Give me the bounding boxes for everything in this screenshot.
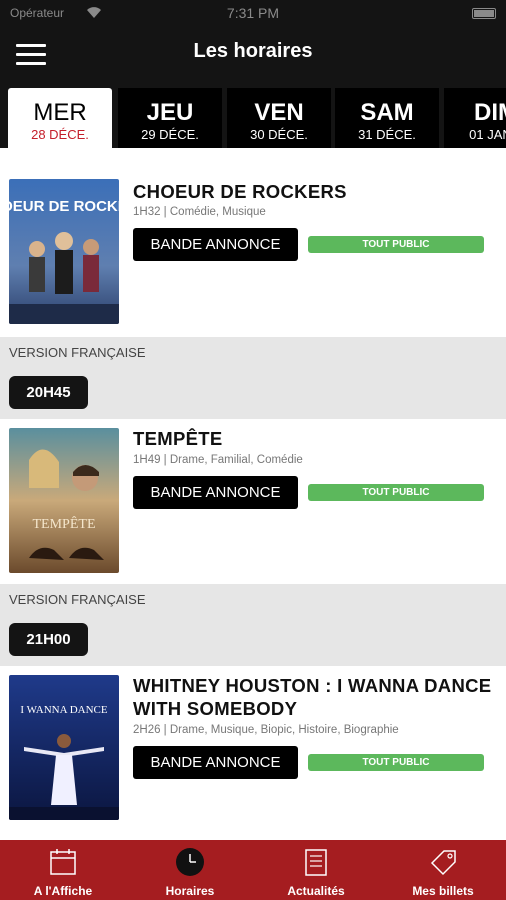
version-label: VERSION FRANÇAISE [9,345,146,360]
movie-info: 1H49 | Drame, Familial, Comédie [133,454,303,466]
day-tab-1[interactable]: JEU 29 DÉCE. [118,88,222,148]
trailer-button[interactable]: BANDE ANNONCE [133,476,298,509]
session-button[interactable]: 21H00 [9,623,88,656]
movie-poster[interactable]: TEMPÊTE [9,428,119,573]
day-name: VEN [254,99,304,126]
clock-icon [176,848,204,876]
rating-badge: TOUT PUBLIC [308,236,484,253]
tab-affiche[interactable]: A l'Affiche [0,840,126,900]
tab-billets[interactable]: Mes billets [380,840,506,900]
day-date: 29 DÉCE. [141,127,199,142]
movie-info: 2H26 | Drame, Musique, Biopic, Histoire,… [133,724,399,736]
poster-title: TEMPÊTE [33,515,96,532]
tab-label: Mes billets [412,884,474,898]
day-tab-0[interactable]: MER 28 DÉCE. [8,88,112,148]
movie-card[interactable]: I WANNA DANCE WHITNEY HOUSTON : I WANNA … [0,666,506,840]
poster-title: I WANNA DANCE [20,704,107,716]
day-name: MER [33,99,87,126]
day-name: JEU [146,99,194,126]
rating-badge: TOUT PUBLIC [308,484,484,501]
tab-bar: A l'Affiche Horaires Actualités Mes bill… [0,840,506,900]
movie-poster[interactable]: CHOEUR DE ROCKERS [9,179,119,324]
movie-card[interactable]: TEMPÊTE TEMPÊTE 1H49 | Drame, Familial, … [0,419,506,584]
trailer-button[interactable]: BANDE ANNONCE [133,228,298,261]
version-section: VERSION FRANÇAISE 20H45 [0,337,506,419]
tab-label: Actualités [287,884,345,898]
rating-badge: TOUT PUBLIC [308,754,484,771]
day-date: 28 DÉCE. [31,127,89,142]
page-title: Les horaires [193,40,313,62]
tab-actualites[interactable]: Actualités [253,840,379,900]
trailer-button[interactable]: BANDE ANNONCE [133,746,298,779]
battery-icon [472,8,496,19]
day-selector: MER 28 DÉCE. JEU 29 DÉCE. VEN 30 DÉCE. S… [0,82,506,148]
day-date: 30 DÉCE. [250,127,308,142]
tab-horaires[interactable]: Horaires [127,840,253,900]
day-tab-2[interactable]: VEN 30 DÉCE. [227,88,331,148]
movie-title: TEMPÊTE [133,428,223,449]
day-tab-4[interactable]: DIM 01 JANV. [444,88,506,148]
status-bar: Opérateur 7:31 PM [0,0,506,28]
day-date: 01 JANV. [469,127,506,142]
movie-info: 1H32 | Comédie, Musique [133,206,266,218]
movie-poster[interactable]: I WANNA DANCE [9,675,119,820]
nav-bar: Les horaires [0,28,506,82]
movie-title: CHOEUR DE ROCKERS [133,181,347,202]
movie-title: WHITNEY HOUSTON : I WANNA DANCE WITH SOM… [133,675,492,719]
movie-card[interactable]: CHOEUR DE ROCKERS CHOEUR DE ROCKERS 1H32… [0,172,506,337]
version-section: VERSION FRANÇAISE 21H00 [0,584,506,666]
news-icon [305,849,327,876]
day-name: DIM [474,99,506,126]
calendar-icon [50,849,76,875]
day-date: 31 DÉCE. [358,127,416,142]
poster-title: CHOEUR DE ROCKERS [9,198,119,215]
version-label: VERSION FRANÇAISE [9,592,146,607]
session-button[interactable]: 20H45 [9,376,88,409]
ticket-icon [430,850,456,876]
showtimes-list: CHOEUR DE ROCKERS CHOEUR DE ROCKERS 1H32… [0,148,506,840]
tab-label: Horaires [165,884,215,898]
day-name: SAM [360,99,414,126]
status-time: 7:31 PM [226,5,280,21]
day-tab-3[interactable]: SAM 31 DÉCE. [335,88,439,148]
tab-label: A l'Affiche [33,884,93,898]
